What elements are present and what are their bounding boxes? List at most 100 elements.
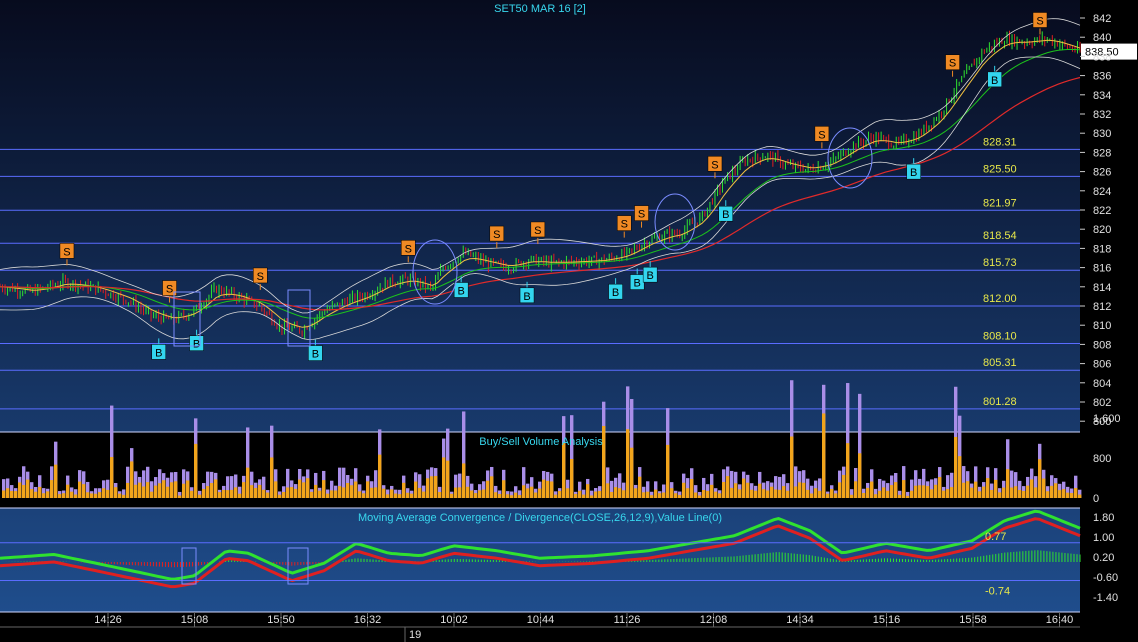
volume-bar-buy [894, 482, 898, 498]
volume-bar-buy [366, 481, 370, 498]
price-axis-label: 838 [1093, 51, 1111, 63]
volume-bar-buy [318, 490, 322, 498]
volume-bar-buy [598, 490, 602, 498]
volume-bar-buy [870, 481, 874, 498]
volume-bar-buy [510, 495, 514, 498]
price-axis-label: 824 [1093, 186, 1111, 198]
volume-bar-buy [938, 477, 942, 498]
volume-bar-buy [462, 463, 466, 498]
buy-signal-label: B [722, 209, 729, 221]
trading-chart[interactable]: 828.31 825.50 821.97 818.54 815.73 812.00 808.… [0, 0, 1138, 642]
sell-signal-label: S [711, 159, 718, 171]
volume-bar-buy [566, 488, 570, 498]
volume-panel-title: Buy/Sell Volume Analysis [479, 436, 603, 448]
volume-bar-buy [858, 453, 862, 498]
volume-bar-buy [466, 486, 470, 498]
level-label: 801.28 [983, 396, 1017, 408]
volume-bar-buy [402, 482, 406, 498]
volume-bar-buy [1010, 487, 1014, 498]
volume-bar-buy [882, 487, 886, 498]
x-axis-label: 15:58 [959, 614, 987, 626]
price-axis-label: 810 [1093, 320, 1111, 332]
volume-bar-buy [954, 436, 958, 498]
volume-bar-buy [146, 482, 150, 498]
volume-bar-buy [442, 457, 446, 498]
volume-bar-buy [62, 493, 66, 498]
volume-bar-buy [862, 492, 866, 498]
volume-bar-buy [398, 494, 402, 498]
volume-bar-buy [434, 476, 438, 498]
volume-bar-buy [890, 485, 894, 498]
volume-bar-buy [618, 488, 622, 498]
volume-bar-buy [550, 481, 554, 498]
price-axis-label: 826 [1093, 167, 1111, 179]
volume-bar-buy [914, 485, 918, 498]
volume-bar-buy [986, 478, 990, 498]
volume-bar-buy [122, 494, 126, 498]
volume-bar-buy [394, 493, 398, 498]
volume-bar-buy [38, 486, 42, 498]
volume-bar-buy [830, 489, 834, 498]
volume-bar-buy [654, 489, 658, 498]
price-axis-label: 830 [1093, 128, 1111, 140]
volume-bar-buy [298, 479, 302, 498]
volume-bar-buy [474, 493, 478, 498]
volume-bar-buy [2, 490, 6, 498]
volume-bar-buy [910, 490, 914, 498]
volume-bar-buy [1042, 478, 1046, 498]
volume-bar-buy [670, 488, 674, 498]
volume-bar-buy [50, 480, 54, 498]
volume-bar-buy [922, 485, 926, 498]
volume-bar-buy [778, 489, 782, 498]
volume-bar-buy [1054, 483, 1058, 498]
volume-bar-buy [958, 456, 962, 498]
buy-signal-label: B [991, 75, 998, 87]
volume-bar-buy [326, 493, 330, 498]
volume-bar-buy [886, 490, 890, 498]
volume-bar-buy [334, 490, 338, 498]
price-axis-label: 832 [1093, 109, 1111, 121]
price-axis-label: 814 [1093, 282, 1111, 294]
volume-bar-buy [1002, 487, 1006, 498]
x-axis-date-label: 19 [409, 629, 421, 641]
volume-bar-buy [374, 487, 378, 498]
volume-bar-buy [410, 493, 414, 498]
chart-title: SET50 MAR 16 [2] [494, 3, 586, 15]
sell-signal-label: S [257, 271, 264, 283]
volume-bar-buy [1058, 490, 1062, 498]
volume-bar-buy [950, 487, 954, 498]
volume-bar-buy [522, 485, 526, 498]
volume-bar-buy [606, 483, 610, 498]
volume-bar-buy [774, 489, 778, 498]
volume-bar-buy [278, 494, 282, 498]
volume-bar-buy [902, 480, 906, 498]
volume-bar-buy [1030, 479, 1034, 498]
sell-signal-label: S [818, 129, 825, 141]
volume-bar-buy [66, 484, 70, 498]
volume-bar-buy [802, 482, 806, 498]
level-label: 818.54 [983, 230, 1017, 242]
volume-bar-buy [966, 481, 970, 498]
volume-bar-buy [134, 484, 138, 498]
macd-value-label: 0.77 [985, 531, 1006, 543]
volume-bar-buy [790, 436, 794, 498]
volume-bar-buy [118, 493, 122, 498]
volume-bar-buy [846, 443, 850, 498]
volume-bar-buy [750, 489, 754, 498]
price-axis-label: 812 [1093, 301, 1111, 313]
volume-bar-buy [22, 484, 26, 498]
volume-bar-buy [486, 480, 490, 498]
sell-signal-label: S [638, 209, 645, 221]
volume-bar-buy [290, 487, 294, 498]
volume-bar-buy [734, 483, 738, 498]
volume-bar-buy [766, 490, 770, 498]
volume-bar-buy [782, 486, 786, 498]
volume-bar-buy [806, 489, 810, 498]
volume-bar-buy [458, 487, 462, 498]
volume-bar-buy [370, 487, 374, 498]
buy-signal-label: B [634, 278, 641, 290]
volume-bar-buy [530, 486, 534, 498]
volume-bar-buy [82, 484, 86, 498]
volume-bar-buy [426, 478, 430, 498]
volume-bar-buy [946, 489, 950, 498]
